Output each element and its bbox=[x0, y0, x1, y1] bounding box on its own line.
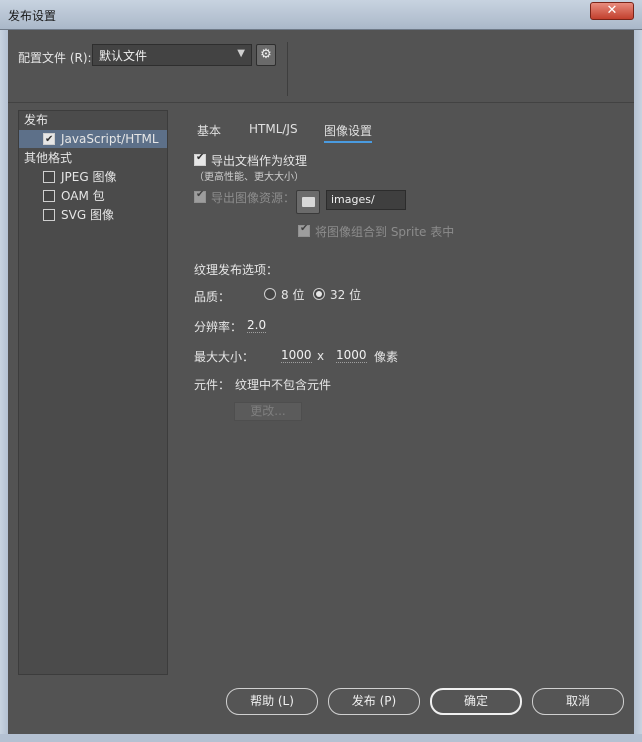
export-assets-checkbox bbox=[194, 189, 206, 203]
combine-sprite-checkbox bbox=[298, 223, 310, 237]
svg-checkbox[interactable] bbox=[43, 209, 55, 221]
tree-item-svg[interactable]: SVG 图像 bbox=[19, 206, 167, 224]
export-texture-checkbox[interactable] bbox=[194, 152, 206, 166]
tab-html-js[interactable]: HTML/JS bbox=[249, 122, 298, 136]
max-width-value[interactable]: 1000 bbox=[281, 348, 312, 363]
window-title: 发布设置 bbox=[8, 9, 57, 23]
tree-publish-header: 发布 bbox=[19, 111, 167, 129]
publish-button[interactable]: 发布 (P) bbox=[328, 688, 420, 715]
window-frame-bottom bbox=[0, 734, 642, 742]
quality-8-label: 8 位 bbox=[281, 288, 305, 302]
window-frame-right bbox=[634, 30, 642, 742]
change-button: 更改... bbox=[234, 402, 302, 421]
tree-item-javascript-html[interactable]: JavaScript/HTML bbox=[19, 130, 167, 149]
symbols-label: 元件： bbox=[194, 378, 231, 392]
title-bar: 发布设置 ✕ bbox=[0, 0, 642, 30]
ok-button[interactable]: 确定 bbox=[430, 688, 522, 715]
export-assets-label: 导出图像资源： bbox=[211, 191, 296, 205]
profile-label: 配置文件 (R): bbox=[18, 51, 92, 65]
times-sign: x bbox=[317, 349, 325, 363]
tree-publish-label: 发布 bbox=[24, 113, 49, 127]
pixels-label: 像素 bbox=[374, 350, 399, 364]
tree-item-label: JPEG 图像 bbox=[61, 170, 117, 184]
quality-32-label: 32 位 bbox=[330, 288, 362, 302]
profile-value: 默认文件 bbox=[99, 49, 148, 63]
folder-icon[interactable] bbox=[296, 190, 320, 214]
tree-item-jpeg[interactable]: JPEG 图像 bbox=[19, 168, 167, 186]
divider bbox=[8, 102, 634, 103]
jpeg-checkbox[interactable] bbox=[43, 171, 55, 183]
quality-8-radio[interactable] bbox=[264, 288, 276, 300]
gear-icon[interactable]: ⚙ bbox=[256, 44, 276, 66]
texture-options-label: 纹理发布选项： bbox=[194, 263, 279, 277]
max-height-value[interactable]: 1000 bbox=[336, 348, 367, 363]
window-frame-left bbox=[0, 30, 8, 742]
tree-other-formats-label: 其他格式 bbox=[24, 151, 73, 165]
javascript-html-checkbox[interactable] bbox=[43, 131, 55, 149]
dialog-client: 配置文件 (R): 默认文件 ▼ ⚙ 发布 JavaScript/HTML 其他… bbox=[8, 30, 634, 734]
close-button[interactable]: ✕ bbox=[590, 2, 634, 20]
tab-basic[interactable]: 基本 bbox=[197, 122, 221, 139]
assets-path-input[interactable]: images/ bbox=[326, 190, 406, 210]
divider bbox=[287, 42, 288, 96]
help-button[interactable]: 帮助 (L) bbox=[226, 688, 318, 715]
tree-other-formats-header: 其他格式 bbox=[19, 149, 167, 167]
chevron-down-icon: ▼ bbox=[237, 48, 245, 59]
tree-item-label: JavaScript/HTML bbox=[61, 132, 159, 146]
resolution-value[interactable]: 2.0 bbox=[247, 318, 267, 333]
quality-32-radio[interactable] bbox=[313, 288, 325, 300]
profile-dropdown[interactable]: 默认文件 ▼ bbox=[92, 44, 252, 66]
tree-item-label: OAM 包 bbox=[61, 189, 105, 203]
max-size-label: 最大大小： bbox=[194, 350, 255, 364]
symbols-value: 纹理中不包含元件 bbox=[235, 378, 332, 392]
combine-sprite-label: 将图像组合到 Sprite 表中 bbox=[315, 225, 455, 239]
tree-item-label: SVG 图像 bbox=[61, 208, 114, 222]
quality-label: 品质： bbox=[194, 290, 231, 304]
oam-checkbox[interactable] bbox=[43, 190, 55, 202]
export-texture-hint: （更高性能、更大大小） bbox=[194, 172, 304, 183]
tree-item-oam[interactable]: OAM 包 bbox=[19, 187, 167, 205]
cancel-button[interactable]: 取消 bbox=[532, 688, 624, 715]
export-texture-label: 导出文档作为纹理 bbox=[211, 154, 308, 168]
resolution-label: 分辨率： bbox=[194, 320, 243, 334]
tab-image-settings[interactable]: 图像设置 bbox=[324, 122, 373, 143]
format-tree: 发布 JavaScript/HTML 其他格式 JPEG 图像 OAM 包 SV… bbox=[18, 110, 168, 675]
